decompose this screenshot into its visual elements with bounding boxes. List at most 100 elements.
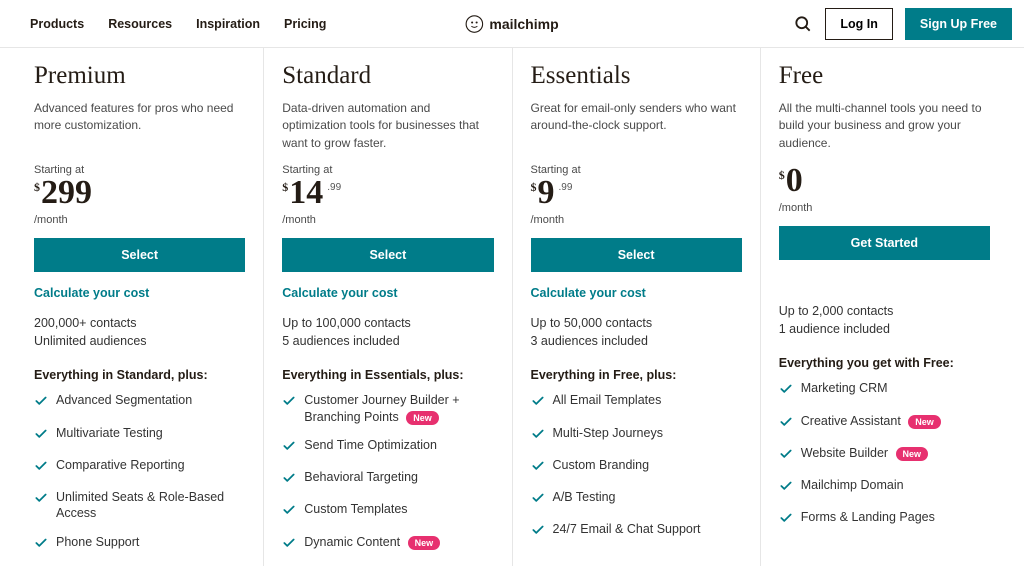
feature-item: 24/7 Email & Chat Support	[531, 521, 742, 541]
feature-list: Marketing CRM Creative Assistant New Websi…	[779, 380, 990, 529]
currency-symbol: $	[531, 180, 537, 195]
plan-limits: Up to 100,000 contacts5 audiences includ…	[282, 314, 493, 350]
feature-item: Forms & Landing Pages	[779, 509, 990, 529]
feature-item: Multi-Step Journeys	[531, 425, 742, 445]
feature-item: All Email Templates	[531, 392, 742, 412]
check-icon	[282, 501, 296, 521]
plan-title: Standard	[282, 62, 493, 90]
price-cents: .99	[327, 182, 341, 193]
price: $14.99	[282, 176, 493, 210]
check-icon	[34, 425, 48, 445]
plan-limits: Up to 2,000 contacts1 audience included	[779, 302, 990, 338]
check-icon	[531, 457, 545, 477]
feature-item: Dynamic Content New	[282, 534, 493, 554]
plan-cta-button[interactable]: Select	[34, 238, 245, 272]
currency-symbol: $	[779, 168, 785, 183]
signup-button[interactable]: Sign Up Free	[905, 8, 1012, 40]
plan-description: All the multi-channel tools you need to …	[779, 100, 990, 152]
starting-at-label: Starting at	[531, 164, 742, 176]
plan-premium: Premium Advanced features for pros who ne…	[16, 48, 264, 566]
plan-cta-button[interactable]: Select	[282, 238, 493, 272]
check-icon	[282, 469, 296, 489]
feature-item: Advanced Segmentation	[34, 392, 245, 412]
nav-inspiration[interactable]: Inspiration	[196, 17, 260, 31]
check-icon	[531, 489, 545, 509]
check-icon	[34, 534, 48, 554]
brand-logo[interactable]: mailchimp	[465, 15, 558, 33]
feature-item: Marketing CRM	[779, 380, 990, 400]
check-icon	[34, 457, 48, 477]
features-heading: Everything in Standard, plus:	[34, 368, 245, 382]
feature-item: Mailchimp Domain	[779, 477, 990, 497]
calculate-cost-link[interactable]: Calculate your cost	[282, 286, 493, 300]
check-icon	[282, 534, 296, 554]
per-month-label: /month	[779, 202, 990, 214]
plan-limits: 200,000+ contactsUnlimited audiences	[34, 314, 245, 350]
global-header: Products Resources Inspiration Pricing m…	[0, 0, 1024, 48]
plan-free: Free All the multi-channel tools you need…	[761, 48, 1008, 566]
check-icon	[779, 509, 793, 529]
check-icon	[531, 521, 545, 541]
feature-list: Customer Journey Builder + Branching Poi…	[282, 392, 493, 554]
per-month-label: /month	[531, 214, 742, 226]
feature-item: Phone Support	[34, 534, 245, 554]
check-icon	[779, 477, 793, 497]
check-icon	[282, 392, 296, 412]
search-icon[interactable]	[793, 14, 813, 34]
check-icon	[779, 380, 793, 400]
price: $299	[34, 176, 245, 210]
primary-nav: Products Resources Inspiration Pricing	[30, 17, 326, 31]
price-amount: 14	[289, 176, 323, 210]
price-amount: 9	[538, 176, 555, 210]
feature-list: All Email Templates Multi-Step Journeys Cu…	[531, 392, 742, 541]
freddie-icon	[465, 15, 483, 33]
check-icon	[34, 489, 48, 509]
feature-item: A/B Testing	[531, 489, 742, 509]
plan-essentials: Essentials Great for email-only senders w…	[513, 48, 761, 566]
plan-limits: Up to 50,000 contacts3 audiences include…	[531, 314, 742, 350]
currency-symbol: $	[34, 180, 40, 195]
check-icon	[282, 437, 296, 457]
nav-products[interactable]: Products	[30, 17, 84, 31]
plan-description: Great for email-only senders who want ar…	[531, 100, 742, 152]
features-heading: Everything in Essentials, plus:	[282, 368, 493, 382]
feature-item: Website Builder New	[779, 445, 990, 465]
pricing-grid: Premium Advanced features for pros who ne…	[0, 48, 1024, 566]
feature-item: Creative Assistant New	[779, 413, 990, 433]
new-badge: New	[408, 536, 441, 550]
feature-item: Comparative Reporting	[34, 457, 245, 477]
plan-cta-button[interactable]: Get Started	[779, 226, 990, 260]
check-icon	[779, 445, 793, 465]
feature-item: Custom Branding	[531, 457, 742, 477]
plan-title: Premium	[34, 62, 245, 90]
feature-item: Behavioral Targeting	[282, 469, 493, 489]
check-icon	[34, 392, 48, 412]
per-month-label: /month	[282, 214, 493, 226]
nav-pricing[interactable]: Pricing	[284, 17, 326, 31]
plan-description: Advanced features for pros who need more…	[34, 100, 245, 152]
price-amount: 0	[786, 164, 803, 198]
price: $9 .99	[531, 176, 742, 210]
login-button[interactable]: Log In	[825, 8, 893, 40]
feature-item: Customer Journey Builder + Branching Poi…	[282, 392, 493, 425]
feature-item: Multivariate Testing	[34, 425, 245, 445]
new-badge: New	[406, 411, 439, 425]
brand-name: mailchimp	[489, 16, 558, 32]
price: $0	[779, 164, 990, 198]
calculate-cost-link[interactable]: Calculate your cost	[531, 286, 742, 300]
check-icon	[531, 425, 545, 445]
plan-standard: StandardData-driven automation and optim…	[264, 48, 512, 566]
plan-cta-button[interactable]: Select	[531, 238, 742, 272]
price-amount: 299	[41, 176, 92, 210]
nav-resources[interactable]: Resources	[108, 17, 172, 31]
per-month-label: /month	[34, 214, 245, 226]
check-icon	[531, 392, 545, 412]
plan-title: Essentials	[531, 62, 742, 90]
feature-item: Send Time Optimization	[282, 437, 493, 457]
feature-item: Custom Templates	[282, 501, 493, 521]
price-cents: .99	[559, 182, 573, 193]
check-icon	[779, 413, 793, 433]
calculate-cost-link[interactable]: Calculate your cost	[34, 286, 245, 300]
features-heading: Everything you get with Free:	[779, 356, 990, 370]
plan-title: Free	[779, 62, 990, 90]
